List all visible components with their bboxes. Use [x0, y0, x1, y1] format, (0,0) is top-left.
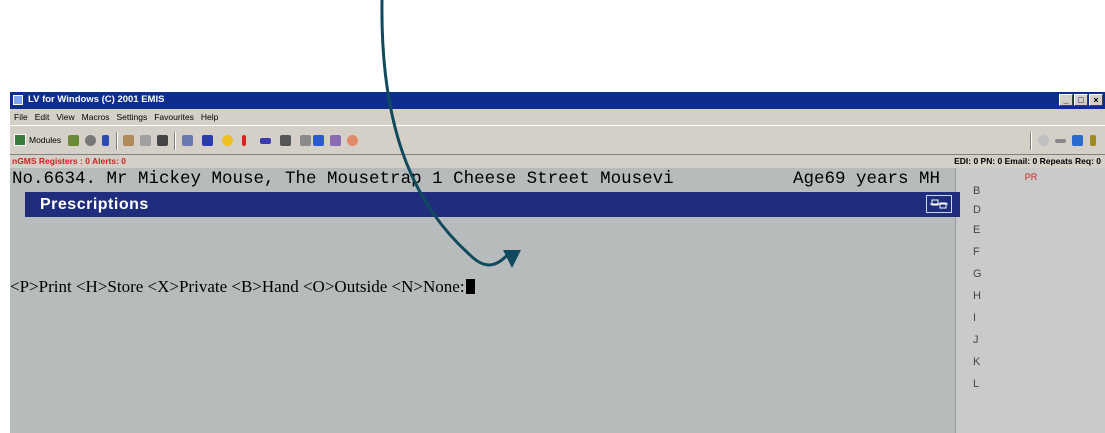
- menu-view[interactable]: View: [56, 112, 74, 122]
- side-letter-e[interactable]: E: [973, 224, 980, 236]
- window-title: LV for Windows (C) 2001 EMIS: [28, 94, 165, 105]
- syringe-icon[interactable]: [182, 135, 193, 146]
- screen-options-icon[interactable]: [926, 195, 952, 213]
- side-panel-label: PR: [1024, 172, 1038, 182]
- star-icon[interactable]: [222, 135, 233, 146]
- text-cursor: [465, 279, 475, 294]
- menu-help[interactable]: Help: [201, 112, 218, 122]
- help-icon[interactable]: [1090, 135, 1096, 146]
- app-window: LV for Windows (C) 2001 EMIS _ □ × File …: [10, 92, 1105, 433]
- patient-icon[interactable]: [68, 135, 79, 146]
- circle-icon[interactable]: [347, 135, 358, 146]
- folder-icon[interactable]: [157, 135, 168, 146]
- menu-settings[interactable]: Settings: [117, 112, 148, 122]
- menu-file[interactable]: File: [14, 112, 28, 122]
- side-letter-g[interactable]: G: [973, 268, 982, 280]
- command-prompt[interactable]: <P>Print <H>Store <X>Private <B>Hand <O>…: [10, 277, 475, 297]
- bar-icon[interactable]: [260, 138, 271, 144]
- prescriptions-title: Prescriptions: [40, 196, 149, 213]
- patient-age: Age69 years MH: [793, 169, 941, 189]
- document-icon[interactable]: [140, 135, 151, 146]
- side-letter-k[interactable]: K: [973, 356, 980, 368]
- side-letter-h[interactable]: H: [973, 290, 981, 302]
- book-icon[interactable]: [102, 135, 109, 146]
- patient-details: No.6634. Mr Mickey Mouse, The Mousetrap …: [12, 169, 674, 189]
- modules-icon: [14, 134, 26, 146]
- modules-button[interactable]: Modules: [14, 134, 61, 146]
- side-letter-b[interactable]: B: [973, 185, 980, 197]
- toolbar: Modules: [10, 125, 1105, 155]
- stop-icon[interactable]: [1038, 135, 1049, 146]
- patient-header: No.6634. Mr Mickey Mouse, The Mousetrap …: [10, 168, 955, 190]
- side-letter-l[interactable]: L: [973, 378, 979, 390]
- menu-macros[interactable]: Macros: [82, 112, 110, 122]
- modules-label: Modules: [29, 135, 62, 145]
- prompt-text: <P>Print <H>Store <X>Private <B>Hand <O>…: [10, 277, 465, 296]
- side-letter-d[interactable]: D: [973, 204, 981, 216]
- minimize-button[interactable]: _: [1059, 94, 1073, 106]
- back-arrow-icon[interactable]: [1055, 139, 1066, 143]
- flask-icon[interactable]: [202, 135, 213, 146]
- calendar-icon[interactable]: [330, 135, 341, 146]
- side-letter-i[interactable]: I: [973, 312, 976, 324]
- info-icon[interactable]: [1072, 135, 1083, 146]
- title-bar: LV for Windows (C) 2001 EMIS _ □ ×: [10, 92, 1105, 109]
- maximize-button[interactable]: □: [1074, 94, 1088, 106]
- menu-bar: File Edit View Macros Settings Favourite…: [10, 109, 1105, 125]
- device-icon[interactable]: [280, 135, 291, 146]
- camera-icon[interactable]: [85, 135, 96, 146]
- prescriptions-title-bar: Prescriptions: [25, 192, 960, 217]
- copy-icon[interactable]: [123, 135, 134, 146]
- side-letter-j[interactable]: J: [973, 334, 979, 346]
- screen-icon[interactable]: [313, 135, 324, 146]
- close-button[interactable]: ×: [1089, 94, 1103, 106]
- menu-favourites[interactable]: Favourites: [154, 112, 194, 122]
- image-icon[interactable]: [300, 135, 311, 146]
- alert-icon[interactable]: [242, 135, 246, 146]
- side-letter-f[interactable]: F: [973, 246, 980, 258]
- side-panel: PR B D E F G H I J K L: [955, 168, 1105, 433]
- menu-edit[interactable]: Edit: [35, 112, 50, 122]
- registers-alerts[interactable]: nGMS Registers : 0 Alerts: 0: [12, 156, 126, 166]
- status-line: nGMS Registers : 0 Alerts: 0 EDI: 0 PN: …: [10, 155, 1105, 168]
- app-icon: [13, 95, 23, 105]
- message-counts: EDI: 0 PN: 0 Email: 0 Repeats Req: 0: [954, 156, 1101, 166]
